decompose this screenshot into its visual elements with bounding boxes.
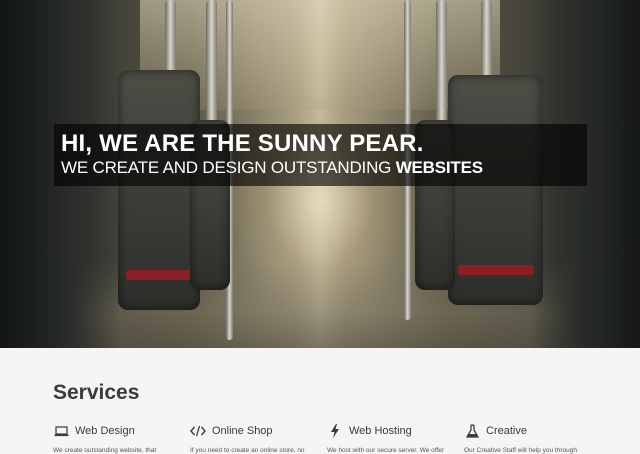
hero-subheading: WE CREATE AND DESIGN OUTSTANDING WEBSITE…: [61, 158, 483, 178]
hero-caption: HI, WE ARE THE SUNNY PEAR. WE CREATE AND…: [54, 124, 587, 186]
service-description: We create outstanding website, that: [53, 447, 157, 454]
service-description: If you need to create an online store, n…: [190, 447, 305, 454]
hero-heading: HI, WE ARE THE SUNNY PEAR.: [61, 130, 424, 157]
handrail-pole: [206, 0, 217, 130]
code-icon: [190, 424, 206, 438]
flask-icon: [464, 424, 480, 438]
service-description: Our Creative Staff will help you through: [464, 447, 577, 454]
seat-back: [448, 75, 543, 305]
hero-subheading-text: WE CREATE AND DESIGN OUTSTANDING: [61, 158, 396, 177]
services-title: Services: [53, 381, 140, 404]
hero-banner-image: HI, WE ARE THE SUNNY PEAR. WE CREATE AND…: [0, 0, 640, 348]
seat-back: [118, 70, 200, 310]
service-title: Online Shop: [212, 425, 273, 437]
service-web-hosting: Web Hosting We host with our secure serv…: [327, 424, 457, 454]
service-online-shop: Online Shop If you need to create an onl…: [190, 424, 320, 454]
handrail-pole: [481, 0, 492, 80]
service-title: Web Hosting: [349, 425, 412, 437]
service-creative: Creative Our Creative Staff will help yo…: [464, 424, 594, 454]
service-title: Web Design: [75, 425, 135, 437]
handrail-pole: [436, 0, 447, 125]
bolt-icon: [327, 424, 343, 438]
service-web-design: Web Design We create outstanding website…: [53, 424, 183, 454]
services-section: Services Web Design We create outstandin…: [0, 348, 640, 454]
service-title: Creative: [486, 425, 527, 437]
laptop-icon: [53, 424, 69, 438]
hero-subheading-emphasis: WEBSITES: [395, 158, 483, 177]
service-description: We host with our secure server. We offer: [327, 447, 445, 454]
